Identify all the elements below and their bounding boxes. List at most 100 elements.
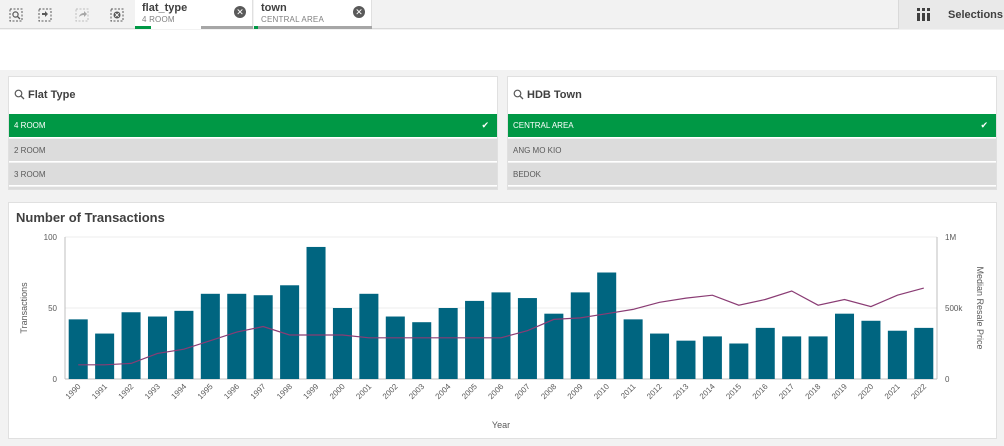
check-icon: ✔: [980, 120, 988, 130]
x-tick-label: 2003: [407, 382, 426, 401]
x-tick-label: 2018: [804, 382, 823, 401]
y-tick-label: 100: [44, 233, 58, 242]
step-forward-icon[interactable]: [72, 5, 92, 25]
y2-tick-label: 0: [945, 375, 950, 384]
selection-chip-flat-type[interactable]: flat_type 4 ROOM ✕: [135, 0, 253, 29]
x-tick-label: 1999: [301, 382, 320, 401]
smart-search-icon[interactable]: [6, 5, 26, 25]
list-item[interactable]: 3 ROOM: [9, 162, 497, 185]
y-tick-label: 0: [53, 375, 58, 384]
bar: [280, 285, 300, 379]
list-item-selected[interactable]: 4 ROOM ✔: [9, 114, 497, 137]
list-item-label: 2 ROOM: [14, 146, 46, 155]
check-icon: ✔: [481, 120, 489, 130]
x-tick-label: 2009: [566, 382, 585, 401]
close-icon[interactable]: ✕: [353, 6, 365, 18]
bar: [385, 316, 405, 379]
bar: [623, 319, 643, 379]
bar: [861, 320, 881, 379]
close-icon[interactable]: ✕: [234, 6, 246, 18]
bar: [650, 333, 670, 379]
x-axis-title: Year: [492, 420, 510, 430]
combo-chart[interactable]: 0 50 100 0 500k 1M 1990 1991 1992 1993 1994 1995 199…: [9, 203, 998, 440]
list-item-label: CENTRAL AREA: [513, 121, 574, 130]
x-tick-label: 1996: [222, 382, 241, 401]
pane-title: HDB Town: [527, 89, 582, 101]
list-item[interactable]: [9, 186, 497, 189]
bar: [887, 330, 907, 379]
x-tick-label: 2005: [460, 382, 479, 401]
selections-button[interactable]: Selections: [898, 0, 1004, 29]
list-item[interactable]: ANG MO KIO: [508, 138, 996, 161]
x-tick-label: 2001: [354, 382, 373, 401]
list-item-selected[interactable]: CENTRAL AREA ✔: [508, 114, 996, 137]
bar: [755, 327, 775, 379]
x-tick-label: 2008: [539, 382, 558, 401]
search-icon[interactable]: [513, 89, 524, 100]
list-item[interactable]: [508, 186, 996, 189]
bar: [227, 293, 247, 379]
chip-field-name: town: [261, 2, 287, 14]
filter-pane-hdb-town: HDB Town CENTRAL AREA ✔ ANG MO KIO BEDOK: [507, 76, 997, 190]
chip-excluded-bar: [201, 26, 253, 29]
y-axis-title: Transactions: [19, 282, 29, 334]
bar: [465, 300, 485, 379]
bar: [808, 336, 828, 379]
bar: [174, 310, 194, 379]
x-tick-label: 1995: [196, 382, 215, 401]
selections-label: Selections: [948, 9, 1004, 21]
bar: [782, 336, 802, 379]
x-tick-label: 2013: [671, 382, 690, 401]
x-tick-label: 2010: [592, 382, 611, 401]
list-item-label: BEDOK: [513, 170, 542, 179]
bar: [95, 333, 115, 379]
y2-axis-title: Median Resale Price: [975, 266, 985, 349]
x-tick-label: 2021: [883, 382, 902, 401]
y-tick-label: 50: [48, 304, 57, 313]
chip-field-value: 4 ROOM: [142, 15, 175, 24]
bar: [412, 322, 432, 379]
x-tick-label: 2014: [698, 382, 717, 401]
sheet-header: [0, 30, 1004, 70]
search-icon[interactable]: [14, 89, 25, 100]
x-tick-label: 1991: [90, 382, 109, 401]
x-tick-label: 2020: [856, 382, 875, 401]
x-tick-label: 2011: [619, 382, 638, 401]
chart-title: Number of Transactions: [16, 210, 165, 225]
x-tick-label: 1990: [64, 382, 83, 401]
chip-field-value: CENTRAL AREA: [261, 15, 325, 24]
list-item[interactable]: BEDOK: [508, 162, 996, 185]
bar: [359, 293, 379, 379]
top-toolbar: flat_type 4 ROOM ✕ town CENTRAL AREA ✕ S…: [0, 0, 1004, 29]
bar: [597, 272, 617, 379]
x-tick-label: 2016: [751, 382, 770, 401]
clear-all-icon[interactable]: [107, 5, 127, 25]
pane-header[interactable]: Flat Type: [9, 77, 497, 113]
x-tick-label: 1993: [143, 382, 162, 401]
y2-tick-label: 500k: [945, 304, 963, 313]
x-tick-label: 1994: [169, 382, 188, 401]
x-tick-label: 2002: [381, 382, 400, 401]
list-item-label: 4 ROOM: [14, 121, 46, 130]
chart-card: 0 50 100 0 500k 1M 1990 1991 1992 1993 1994 1995 199…: [8, 202, 997, 439]
x-tick-label: 1997: [249, 382, 268, 401]
selections-tool-icon[interactable]: [35, 5, 55, 25]
x-tick-label: 1998: [275, 382, 294, 401]
pane-header[interactable]: HDB Town: [508, 77, 996, 113]
x-tick-label: 2019: [830, 382, 849, 401]
filter-pane-flat-type: Flat Type 4 ROOM ✔ 2 ROOM 3 ROOM: [8, 76, 498, 190]
bar: [332, 308, 352, 379]
bar: [253, 295, 273, 379]
selections-grid-icon: [917, 8, 930, 21]
x-tick-label: 1992: [117, 382, 136, 401]
list-item-label: 3 ROOM: [14, 170, 46, 179]
bar: [438, 308, 458, 379]
bar: [835, 313, 855, 379]
chip-field-name: flat_type: [142, 2, 188, 14]
pane-title: Flat Type: [28, 89, 76, 101]
list-item[interactable]: 2 ROOM: [9, 138, 497, 161]
selection-chip-town[interactable]: town CENTRAL AREA ✕: [254, 0, 372, 29]
x-tick-label: 2006: [486, 382, 505, 401]
bar: [306, 246, 326, 379]
x-tick-label: 2015: [724, 382, 743, 401]
